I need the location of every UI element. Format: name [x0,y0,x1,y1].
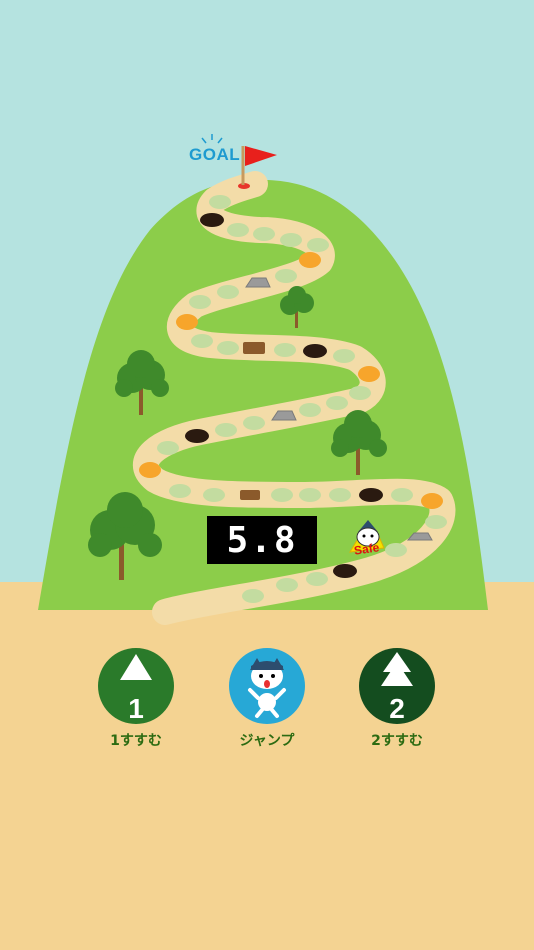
goal-label: GOAL [189,145,241,164]
step1-label: 1すすむ [110,733,162,749]
step1-number: 1 [128,693,144,724]
step2-label: 2すすむ [371,733,423,749]
jump-label: ジャンプ [239,733,295,749]
game-scene: 1 2 [0,0,534,950]
step2-number: 2 [389,693,405,724]
timer-display: 5.8 [207,516,317,564]
ground [0,582,534,950]
jump-button[interactable] [229,648,305,724]
